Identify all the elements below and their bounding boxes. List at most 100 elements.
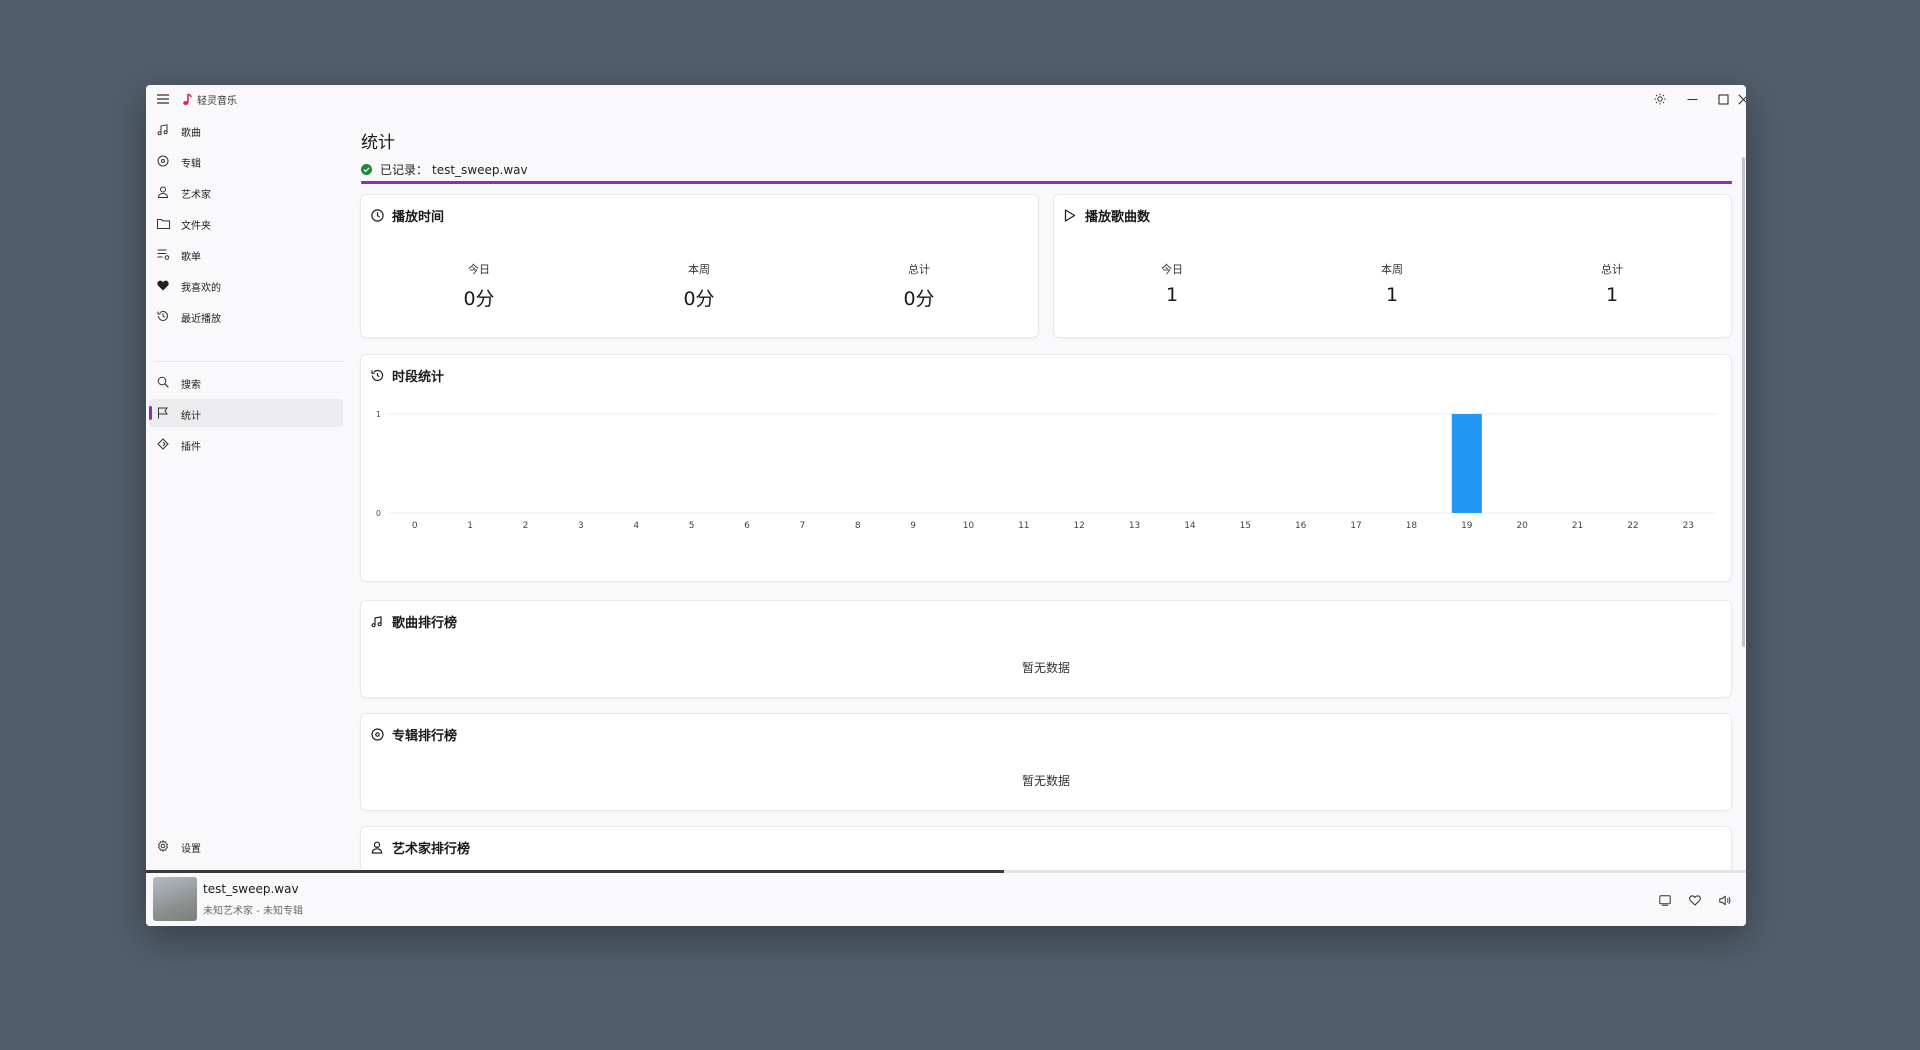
disc-icon [370,728,384,742]
card-title: 艺术家排行榜 [392,842,471,857]
sidebar-item-label: 统计 [181,411,201,422]
stat-total: 总计 1 [1552,261,1672,306]
volume-button[interactable] [1715,890,1735,910]
settings-label: 设置 [181,844,201,855]
play-icon [1063,209,1077,223]
x-tick-label: 9 [910,521,916,531]
sidebar-item-label: 搜索 [181,380,201,391]
sidebar-item-label: 插件 [181,442,201,453]
stat-label: 本周 [1381,263,1403,276]
recorded-label: 已记录： [380,163,429,177]
check-circle-icon [361,164,372,175]
x-tick-label: 12 [1073,521,1084,531]
recorded-file: test_sweep.wav [432,162,528,177]
album-ranking-card: 专辑排行榜 暂无数据 [361,714,1731,810]
x-tick-label: 3 [578,521,584,531]
play-time-card: 播放时间 今日 0分 本周 0分 总计 0分 [361,195,1038,337]
stat-value: 0分 [463,288,495,310]
stat-today: 今日 1 [1112,261,1232,306]
sidebar-divider [154,361,344,362]
hourly-bar-chart: 010 1 2 3 4 5 6 7 8 9 10 11 12 13 14 15 16 17 18 19 20 21 22 23 [376,410,1716,531]
sidebar-item-plugins[interactable]: 插件 [149,430,343,458]
page-title: 统计 [361,133,395,153]
x-tick-label: 21 [1572,521,1583,531]
playback-progress-fill [146,870,1004,873]
plugin-icon [156,437,170,451]
sidebar-item-label: 歌单 [181,252,201,263]
period-stats-card: 时段统计 0 1 0 1 2 3 4 5 6 7 8 9 10 11 12 13 14 15 16 17 18 19 20 2… [361,355,1731,581]
sidebar-item-label: 最近播放 [181,314,221,325]
sidebar-item-settings[interactable]: 设置 [149,832,343,860]
x-tick-label: 16 [1295,521,1307,531]
play-count-card: 播放歌曲数 今日 1 本周 1 总计 1 [1054,195,1731,337]
recorded-status: 已记录： test_sweep.wav [361,161,528,178]
x-tick-label: 11 [1018,521,1029,531]
x-tick-label: 23 [1683,521,1694,531]
sidebar-item-songs[interactable]: 歌曲 [149,116,343,144]
stat-label: 今日 [1161,263,1183,276]
history-icon [156,309,170,323]
vertical-scrollbar[interactable] [1742,157,1745,647]
sidebar-item-search[interactable]: 搜索 [149,368,343,396]
playlist-icon [156,247,170,261]
app-logo-icon [181,92,193,106]
track-title[interactable]: test_sweep.wav [203,882,299,896]
stat-value: 1 [1165,284,1179,306]
folder-icon [156,216,170,230]
app-title: 轻灵音乐 [197,96,237,107]
stat-total: 总计 0分 [859,261,979,311]
card-header: 时段统计 [370,366,444,385]
x-tick-label: 18 [1406,521,1418,531]
sidebar: 歌曲 专辑 艺术家 文件夹 歌单 我喜欢的 最近播放 搜索 统计 插件 设置 [146,113,346,873]
album-cover[interactable] [153,877,197,921]
main-content: 统计 已记录： test_sweep.wav 播放时间 今日 0分 本周 0分 [346,113,1746,873]
heart-outline-icon [1689,894,1701,906]
card-header: 播放时间 [370,206,444,225]
x-tick-label: 13 [1129,521,1140,531]
person-icon [370,841,384,855]
lyrics-icon [1659,894,1671,906]
card-title: 时段统计 [392,370,445,385]
disc-icon [156,154,170,168]
bar-hour-19[interactable] [1451,414,1482,513]
sidebar-item-recent[interactable]: 最近播放 [149,302,343,330]
x-tick-label: 4 [633,521,639,531]
favorite-button[interactable] [1685,890,1705,910]
stat-label: 总计 [1601,263,1623,276]
minimize-button[interactable] [1681,89,1703,109]
volume-icon [1719,895,1731,905]
sidebar-item-favorites[interactable]: 我喜欢的 [149,271,343,299]
maximize-button[interactable] [1712,89,1734,109]
stat-week: 本周 0分 [639,261,759,311]
menu-icon[interactable] [153,89,173,109]
card-title: 播放时间 [392,210,445,225]
x-tick-label: 17 [1350,521,1361,531]
x-tick-label: 14 [1184,521,1196,531]
search-icon [156,375,170,389]
sidebar-item-label: 艺术家 [181,190,211,201]
sidebar-item-folders[interactable]: 文件夹 [149,209,343,237]
track-artist-album[interactable]: 未知艺术家 - 未知专辑 [203,902,303,917]
sidebar-item-playlists[interactable]: 歌单 [149,240,343,268]
gear-icon [156,839,170,853]
sidebar-item-artists[interactable]: 艺术家 [149,178,343,206]
x-tick-label: 19 [1461,521,1473,531]
music-note-icon [156,123,170,137]
card-title: 专辑排行榜 [392,729,458,744]
playback-progress[interactable] [146,870,1746,873]
card-header: 歌曲排行榜 [370,612,457,631]
theme-toggle-button[interactable] [1649,89,1671,109]
minimize-icon [1687,98,1697,100]
x-tick-label: 20 [1516,521,1528,531]
sidebar-item-albums[interactable]: 专辑 [149,147,343,175]
stat-today: 今日 0分 [419,261,539,311]
card-title: 歌曲排行榜 [392,616,458,631]
stat-week: 本周 1 [1332,261,1452,306]
song-ranking-card: 歌曲排行榜 暂无数据 [361,601,1731,697]
lyrics-button[interactable] [1655,890,1675,910]
close-button[interactable] [1732,89,1746,109]
close-icon [1737,93,1746,105]
sidebar-item-statistics[interactable]: 统计 [149,399,343,427]
title-bar: 轻灵音乐 [146,85,1746,113]
sidebar-item-label: 我喜欢的 [181,283,221,294]
